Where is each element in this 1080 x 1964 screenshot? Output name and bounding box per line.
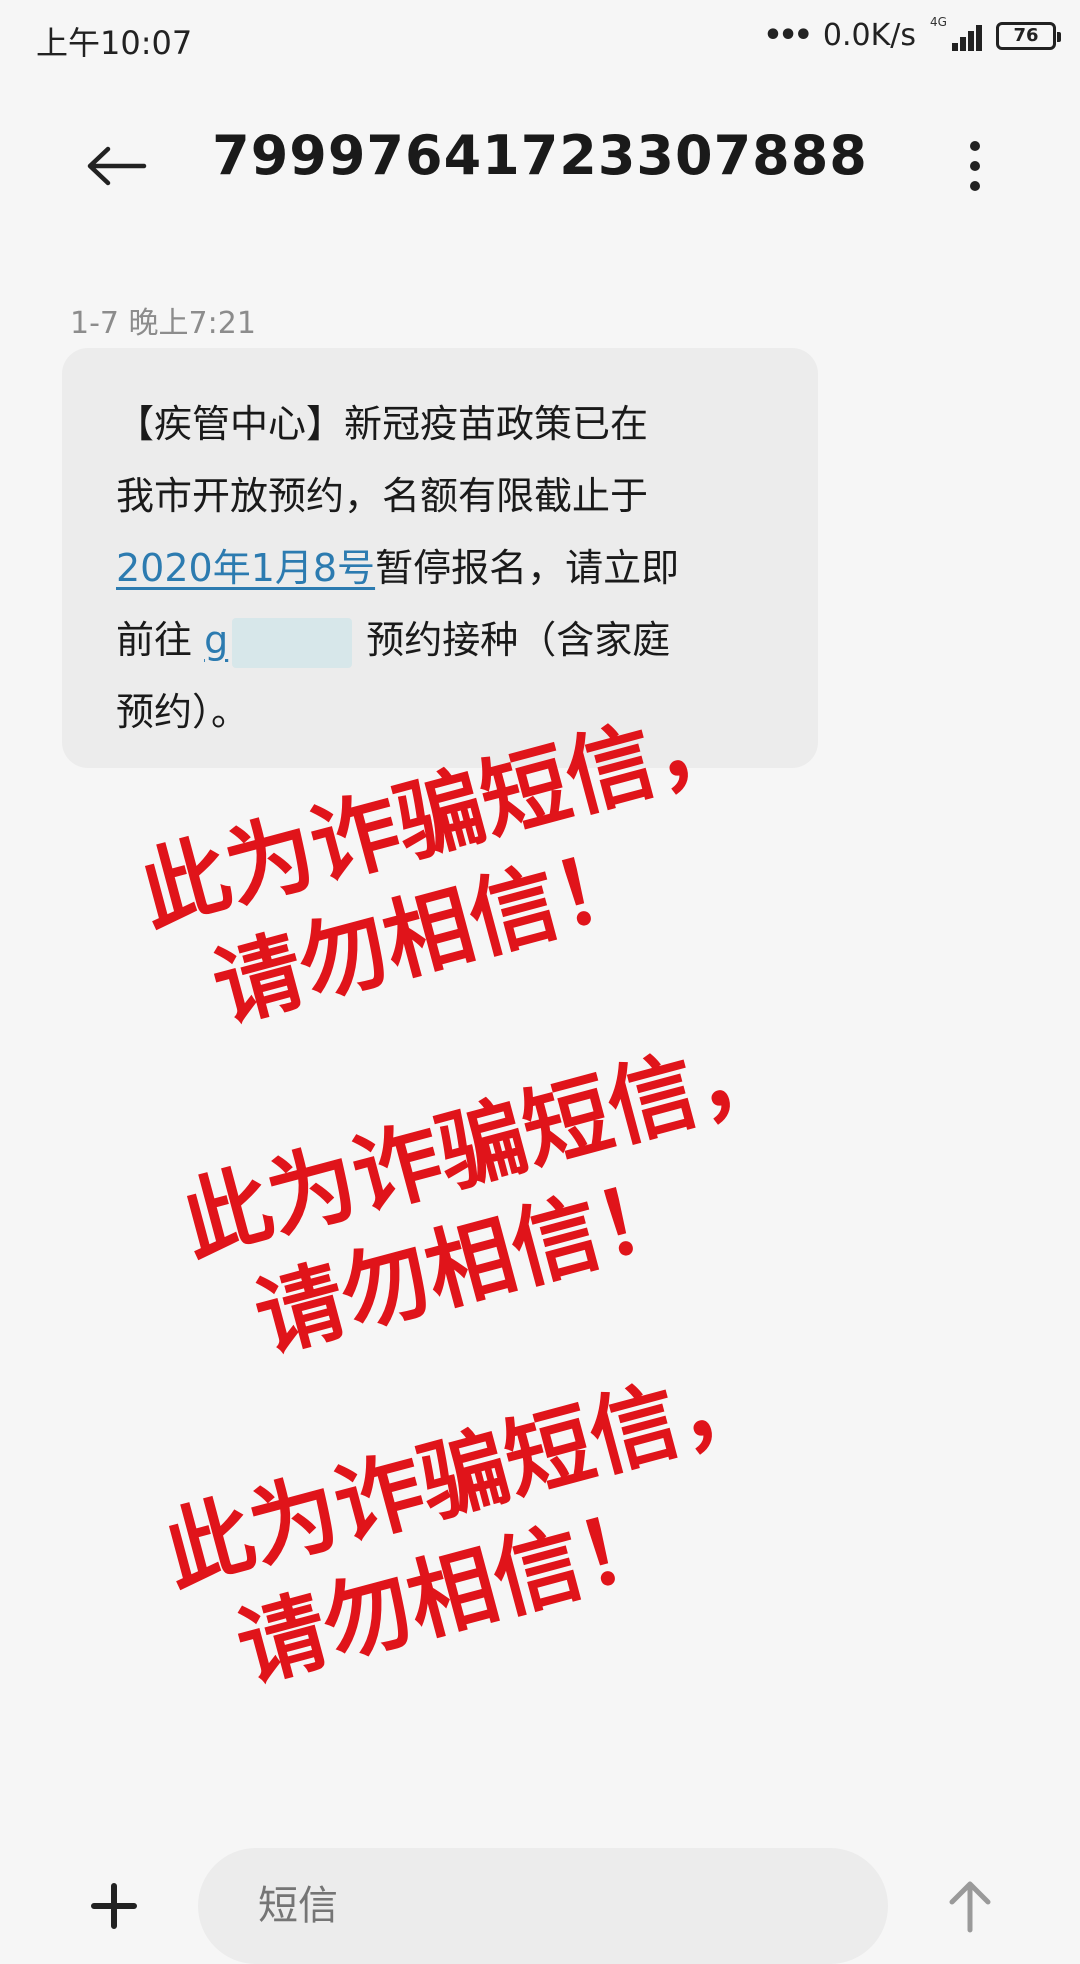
battery-icon: 76 <box>996 21 1061 50</box>
battery-level: 76 <box>1013 25 1039 46</box>
message-line: 前往 g 预约接种（含家庭 <box>116 604 778 676</box>
signal-icon: 4G <box>930 15 982 53</box>
plus-icon <box>91 1883 137 1929</box>
add-attachment-button[interactable] <box>56 1848 172 1964</box>
network-speed: 0.0K/s <box>822 18 916 53</box>
message-line: 【疾管中心】新冠疫苗政策已在 <box>116 402 649 446</box>
message-input[interactable] <box>198 1848 888 1964</box>
scam-warning-text: 此为诈骗短信， 请勿相信！ <box>153 1344 775 1701</box>
url-link[interactable]: g <box>204 618 228 662</box>
more-options-button[interactable] <box>950 126 1000 206</box>
arrow-up-icon <box>949 1881 991 1933</box>
more-vertical-icon <box>970 141 980 151</box>
send-button[interactable] <box>912 1848 1028 1964</box>
date-link[interactable]: 2020年1月8号 <box>116 546 375 590</box>
compose-bar <box>0 1840 1080 1964</box>
network-type: 4G <box>930 14 947 29</box>
status-time: 上午10:07 <box>36 24 193 62</box>
status-indicators: ••• 0.0K/s 4G 76 <box>763 15 1061 53</box>
redacted-url <box>232 617 353 668</box>
message-line: 2020年1月8号暂停报名，请立即 <box>116 546 680 590</box>
notification-dots: ••• <box>763 18 812 53</box>
message-timestamp: 1-7 晚上7:21 <box>70 306 256 341</box>
message-line: 我市开放预约，名额有限截止于 <box>116 474 649 518</box>
scam-warning-text: 此为诈骗短信， 请勿相信！ <box>171 1014 793 1371</box>
contact-number: 79997641723307888 <box>212 124 868 187</box>
conversation-header: 79997641723307888 <box>0 90 1080 220</box>
status-bar: 上午10:07 ••• 0.0K/s 4G 76 <box>0 0 1080 80</box>
